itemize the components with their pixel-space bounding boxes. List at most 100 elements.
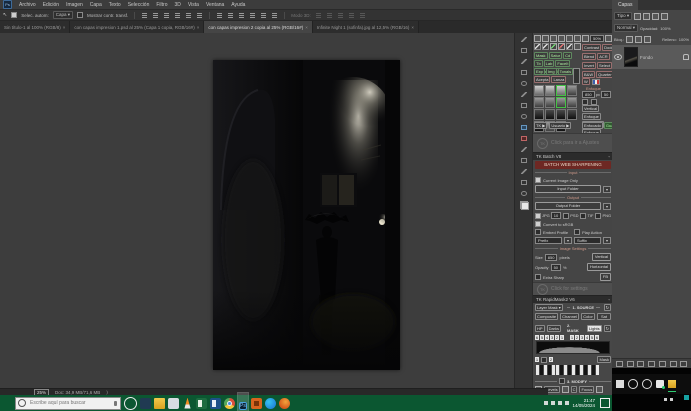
- format-option[interactable]: PSD: [563, 213, 578, 219]
- tk-orient-button[interactable]: Vertical: [582, 105, 599, 112]
- enfoque-size-value[interactable]: 850: [582, 91, 595, 98]
- play-action-checkbox[interactable]: [574, 229, 580, 235]
- file-explorer-icon[interactable]: [154, 398, 165, 409]
- tk-confirm-button[interactable]: Acepta: [534, 76, 550, 83]
- search-input[interactable]: [28, 399, 112, 407]
- format-checkbox[interactable]: [535, 213, 541, 219]
- 3d-scale-icon[interactable]: [360, 13, 365, 18]
- input-folder-dropdown[interactable]: ▾: [603, 186, 611, 193]
- new-layer-icon[interactable]: [670, 361, 677, 367]
- app-icon-document[interactable]: [168, 398, 179, 409]
- tk-combo-settings-strip[interactable]: TK Click para ir a Ajustes: [533, 133, 613, 152]
- blend-mode-select[interactable]: Normal ▾: [614, 24, 638, 32]
- tk-orient-button[interactable]: Enfoque: [582, 113, 601, 120]
- photoshop-taskbar-active[interactable]: Ps: [238, 393, 248, 411]
- format-option[interactable]: PNG: [595, 213, 611, 219]
- mask-thumb-darks1[interactable]: [556, 109, 566, 120]
- zoom-tool[interactable]: [520, 190, 528, 197]
- format-option[interactable]: TIF: [580, 213, 593, 219]
- size-value[interactable]: 850: [545, 254, 558, 261]
- mask-level-button[interactable]: 5: [540, 335, 544, 340]
- layer-thumbnail[interactable]: [624, 47, 638, 67]
- clone-stamp-tool[interactable]: [520, 102, 528, 109]
- menu-item[interactable]: Ventana: [206, 2, 224, 8]
- hp-button[interactable]: HP: [535, 325, 545, 332]
- crop-tool[interactable]: [520, 69, 528, 76]
- convert-srgb-checkbox[interactable]: [535, 221, 541, 227]
- fill-value[interactable]: 100%: [679, 37, 689, 42]
- lasso-tool[interactable]: [520, 58, 528, 65]
- save-icon[interactable]: [550, 35, 557, 42]
- mask-level-button[interactable]: 6: [535, 335, 539, 340]
- modify-icon-b[interactable]: [562, 386, 569, 393]
- tray-chevron-icon[interactable]: [544, 401, 548, 405]
- mask-level-button[interactable]: 3: [550, 335, 554, 340]
- menu-item[interactable]: Edición: [43, 2, 59, 8]
- lock-position-icon[interactable]: [635, 36, 642, 43]
- link-layers-icon[interactable]: [616, 361, 623, 367]
- refresh-icon[interactable]: ↻: [604, 325, 611, 332]
- tk-pair-button-a[interactable]: Invert: [582, 62, 596, 69]
- flatten-icon[interactable]: [566, 35, 573, 42]
- suffix-select[interactable]: Suffix: [574, 237, 601, 244]
- open-icon[interactable]: [542, 35, 549, 42]
- range-checkbox[interactable]: [541, 357, 547, 363]
- tray-network-icon[interactable]: [551, 401, 555, 405]
- prefix-dropdown[interactable]: ▾: [564, 237, 572, 244]
- align-center-v-icon[interactable]: [186, 13, 191, 18]
- mask-thumb-lights1[interactable]: [534, 85, 544, 96]
- document-tab-4[interactable]: Infinite Night 1 (sofinfa).jpg al 12,5% …: [313, 21, 419, 33]
- tk-pair-button-a[interactable]: Blend: [582, 53, 596, 60]
- tk-action-button[interactable]: Lab: [544, 60, 555, 67]
- distribute-center-v-icon[interactable]: [228, 13, 233, 18]
- color-swatches[interactable]: [520, 201, 529, 210]
- menu-item[interactable]: Ayuda: [231, 2, 245, 8]
- filter-adjustment-icon[interactable]: [643, 13, 650, 20]
- pencil-icon[interactable]: [534, 43, 541, 50]
- mask-level-button[interactable]: 4: [585, 335, 589, 340]
- dodge-tool[interactable]: [520, 157, 528, 164]
- tk-action-button[interactable]: Tb: [534, 60, 543, 67]
- visibility-eye-icon[interactable]: [614, 54, 622, 60]
- document-tab-1[interactable]: Sin título-1 al 100% (RGB/8)×: [0, 21, 70, 33]
- enfoque-amount-value[interactable]: 50: [601, 91, 611, 98]
- document-tab-2[interactable]: con capas impresion 1.psd al 25% (Capa 1…: [70, 21, 204, 33]
- search-circle-icon[interactable]: [628, 379, 638, 389]
- pen-tool[interactable]: [520, 168, 528, 175]
- current-image-only-checkbox[interactable]: [535, 177, 541, 183]
- mask-level-button[interactable]: 5: [590, 335, 594, 340]
- mixer-icon[interactable]: [566, 43, 573, 50]
- brush-icon[interactable]: [542, 43, 549, 50]
- edge-icon[interactable]: [265, 398, 276, 409]
- document-tab-3-active[interactable]: con capas impresion 2 copia al 25% (RGB/…: [204, 21, 312, 33]
- filter-pixel-icon[interactable]: [634, 13, 641, 20]
- layer-effects-icon[interactable]: [627, 361, 634, 367]
- distribute-top-icon[interactable]: [217, 13, 222, 18]
- menu-item[interactable]: Imagen: [66, 2, 83, 8]
- mask-thumb-mid1[interactable]: [545, 97, 555, 108]
- tk-user-menu-button[interactable]: Usuario ▶: [549, 122, 571, 129]
- mask-thumb-mid4[interactable]: [534, 109, 544, 120]
- marquee-tool[interactable]: [520, 47, 528, 54]
- tk-pair-button-a[interactable]: Contrast: [582, 44, 601, 51]
- mask-button[interactable]: Mask: [597, 356, 611, 363]
- distribute-bottom-icon[interactable]: [239, 13, 244, 18]
- canvas-area[interactable]: [0, 33, 514, 388]
- delete-layer-icon[interactable]: [680, 361, 687, 367]
- input-folder-button[interactable]: Input Folder: [535, 185, 601, 193]
- eraser-tool[interactable]: [520, 135, 528, 142]
- tk-exp-button[interactable]: Tonals: [558, 68, 574, 75]
- format-checkbox[interactable]: [595, 213, 601, 219]
- align-left-icon[interactable]: [142, 13, 147, 18]
- source-button[interactable]: Channel: [560, 313, 579, 320]
- mail-icon[interactable]: [656, 380, 664, 388]
- app-icon-dark[interactable]: [140, 398, 151, 409]
- eyedropper-tool[interactable]: [520, 80, 528, 87]
- firefox-icon[interactable]: [279, 398, 290, 409]
- filter-type-icon[interactable]: [652, 13, 659, 20]
- format-option[interactable]: JPG 10: [535, 212, 561, 219]
- cortana-icon[interactable]: [124, 397, 137, 410]
- show-transform-checkbox[interactable]: [77, 12, 83, 18]
- menu-item[interactable]: Archivo: [19, 2, 36, 8]
- tk-pair-button-b[interactable]: Select: [597, 62, 612, 69]
